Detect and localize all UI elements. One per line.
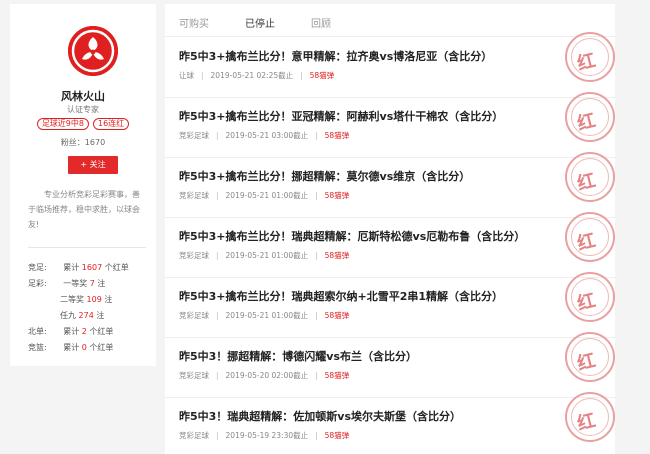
tab-review[interactable]: 回顾 [311,15,331,30]
item-meta: 竞彩足球 | 2019-05-20 02:00截止 | 58猫弹 [179,371,350,380]
avatar[interactable] [68,26,118,76]
red-result-stamp-icon: 红 [565,332,615,382]
divider [28,247,146,248]
stat-jinglan: 竞篮: 累计 0 个红单 [28,343,114,352]
recommendation-list-panel: 可购买 已停止 回顾 昨5中3+擒布兰比分！意甲精解：拉齐奥vs博洛尼亚（含比分… [165,4,615,454]
expert-profile-card: 风林火山 认证专家 足球近9中8 16连红 粉丝：1670 + 关注 专业分析竞彩… [10,4,156,366]
stat-jingcai: 竞足: 累计 1607 个红单 [28,263,129,272]
item-meta: 竞彩足球 | 2019-05-21 01:00截止 | 58猫弹 [179,311,350,320]
tab-stopped[interactable]: 已停止 [245,15,275,30]
item-title[interactable]: 昨5中3+擒布兰比分！亚冠精解：阿赫利vs塔什干棉农（含比分） [179,108,503,124]
item-title[interactable]: 昨5中3+擒布兰比分！瑞典超索尔纳+北雪平2串1精解（含比分） [179,288,503,304]
list-item[interactable]: 昨5中3+擒布兰比分！亚冠精解：阿赫利vs塔什干棉农（含比分） 竞彩足球 | 201… [165,92,615,158]
list-item[interactable]: 昨5中3！瑞典超精解：佐加顿斯vs埃尔夫斯堡（含比分） 竞彩足球 | 2019-05… [165,392,615,454]
list-item[interactable]: 昨5中3+擒布兰比分！意甲精解：拉齐奥vs博洛尼亚（含比分） 让球 | 2019-0… [165,32,615,98]
red-result-stamp-icon: 红 [565,212,615,262]
item-meta: 竞彩足球 | 2019-05-21 01:00截止 | 58猫弹 [179,191,350,200]
list-item[interactable]: 昨5中3+擒布兰比分！挪超精解：莫尔德vs维京（含比分） 竞彩足球 | 2019-0… [165,152,615,218]
item-title[interactable]: 昨5中3！挪超精解：博德闪耀vs布兰（含比分） [179,348,417,364]
fans-count: 粉丝：1670 [60,138,106,147]
item-title[interactable]: 昨5中3！瑞典超精解：佐加顿斯vs埃尔夫斯堡（含比分） [179,408,461,424]
stat-zucai-second: 二等奖 109 注 [60,295,113,304]
item-title[interactable]: 昨5中3+擒布兰比分！意甲精解：拉齐奥vs博洛尼亚（含比分） [179,48,492,64]
expert-tags: 足球近9中8 16连红 [10,118,156,130]
list-item[interactable]: 昨5中3+擒布兰比分！瑞典超索尔纳+北雪平2串1精解（含比分） 竞彩足球 | 201… [165,272,615,338]
expert-role: 认证专家 [67,105,99,114]
item-meta: 让球 | 2019-05-21 02:25截止 | 58猫弹 [179,71,335,80]
item-title[interactable]: 昨5中3+擒布兰比分！瑞典超精解：厄斯特松德vs厄勒布鲁（含比分） [179,228,525,244]
item-title[interactable]: 昨5中3+擒布兰比分！挪超精解：莫尔德vs维京（含比分） [179,168,470,184]
red-result-stamp-icon: 红 [565,152,615,202]
family-crest-icon [68,26,118,76]
red-result-stamp-icon: 红 [565,92,615,142]
stat-beidan: 北单: 累计 2 个红单 [28,327,114,336]
item-meta: 竞彩足球 | 2019-05-21 01:00截止 | 58猫弹 [179,251,350,260]
item-meta: 竞彩足球 | 2019-05-21 03:00截止 | 58猫弹 [179,131,350,140]
status-badge: 足球近9中8 [36,118,89,130]
expert-name: 风林火山 [61,90,105,103]
red-result-stamp-icon: 红 [565,272,615,322]
red-result-stamp-icon: 红 [565,392,615,442]
list-item[interactable]: 昨5中3！挪超精解：博德闪耀vs布兰（含比分） 竞彩足球 | 2019-05-20 … [165,332,615,398]
follow-button[interactable]: + 关注 [68,156,118,174]
status-badge: 16连红 [93,118,130,130]
item-meta: 竞彩足球 | 2019-05-19 23:30截止 | 58猫弹 [179,431,350,440]
tab-bar: 可购买 已停止 回顾 [165,4,615,37]
tab-purchasable[interactable]: 可购买 [179,15,209,30]
expert-bio: 专业分析竞彩足彩赛事，善于临场推荐，稳中求胜，以球会友! [28,190,140,229]
red-result-stamp-icon: 红 [565,32,615,82]
stat-zucai-renjiu: 任九 274 注 [60,311,105,320]
list-item[interactable]: 昨5中3+擒布兰比分！瑞典超精解：厄斯特松德vs厄勒布鲁（含比分） 竞彩足球 | 2… [165,212,615,278]
stat-zucai: 足彩: 一等奖 7 注 [28,279,106,288]
